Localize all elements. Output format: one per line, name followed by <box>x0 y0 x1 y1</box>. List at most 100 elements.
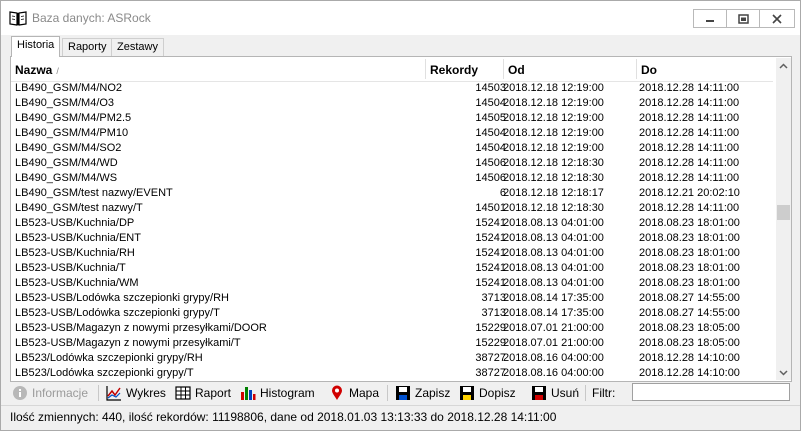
table-row[interactable]: LB523-USB/Kuchnia/T 15241 2018.08.13 04:01… <box>11 261 773 276</box>
info-button[interactable]: Informacje <box>12 383 88 403</box>
cell-name: LB490_GSM/M4/O3 <box>15 97 115 109</box>
scroll-up-button[interactable] <box>776 58 791 73</box>
histogram-button[interactable]: Histogram <box>240 383 315 403</box>
table-row[interactable]: LB523-USB/Kuchnia/RH 15241 2018.08.13 04:0… <box>11 246 773 261</box>
cell-from: 2018.07.01 21:00:00 <box>503 337 604 349</box>
table-row[interactable]: LB523-USB/Kuchnia/WM 15241 2018.08.13 04:0… <box>11 276 773 291</box>
cell-from: 2018.08.13 04:01:00 <box>503 232 604 244</box>
cell-to: 2018.08.23 18:01:00 <box>639 277 740 289</box>
cell-name: LB490_GSM/M4/SO2 <box>15 142 122 154</box>
cell-from: 2018.08.13 04:01:00 <box>503 217 604 229</box>
cell-name: LB490_GSM/M4/PM10 <box>15 127 129 139</box>
cell-name: LB490_GSM/M4/WS <box>15 172 118 184</box>
table-row[interactable]: LB490_GSM/M4/NO2 14503 2018.12.18 12:19:00… <box>11 81 773 96</box>
title-bar[interactable]: Baza danych: ASRock <box>1 1 800 35</box>
line-chart-icon <box>106 386 121 401</box>
cell-name: LB490_GSM/M4/NO2 <box>15 82 122 94</box>
cell-name: LB490_GSM/M4/WD <box>15 157 118 169</box>
column-header-label: Do <box>641 63 657 77</box>
cell-to: 2018.08.23 18:05:00 <box>639 337 740 349</box>
column-header-nazwa[interactable]: Nazwa / <box>11 57 426 81</box>
minimize-button[interactable] <box>693 9 727 28</box>
table-row[interactable]: LB490_GSM/M4/SO2 14504 2018.12.18 12:19:00… <box>11 141 773 156</box>
cell-records: 14503 <box>475 82 506 94</box>
append-button[interactable]: Dopisz <box>459 383 516 403</box>
cell-records: 15241 <box>475 247 506 259</box>
table-row[interactable]: LB523/Lodówka szczepionki grypy/T 38727 20… <box>11 366 773 381</box>
report-label: Raport <box>195 386 232 400</box>
cell-records: 38727 <box>475 367 506 379</box>
filter-input[interactable] <box>632 383 790 401</box>
cell-to: 2018.08.23 18:01:00 <box>639 247 740 259</box>
table-header: Nazwa / Rekordy Od Do <box>11 57 773 82</box>
cell-records: 6 <box>499 187 506 199</box>
cell-from: 2018.08.14 17:35:00 <box>503 292 604 304</box>
save-button[interactable]: Zapisz <box>395 383 450 403</box>
chart-label: Wykres <box>126 386 166 400</box>
tab-raporty[interactable]: Raporty <box>62 38 113 56</box>
table-row[interactable]: LB523-USB/Magazyn z nowymi przesyłkami/T… <box>11 336 773 351</box>
cell-from: 2018.08.13 04:01:00 <box>503 247 604 259</box>
table-row[interactable]: LB490_GSM/M4/WD 14506 2018.12.18 12:18:30 2… <box>11 156 773 171</box>
cell-to: 2018.12.28 14:11:00 <box>639 202 740 214</box>
column-header-rekordy[interactable]: Rekordy <box>426 57 504 81</box>
floppy-disk-icon <box>396 386 410 400</box>
table-row[interactable]: LB490_GSM/M4/PM2.5 14505 2018.12.18 12:19:… <box>11 111 773 126</box>
cell-from: 2018.12.18 12:18:30 <box>503 202 604 214</box>
map-button[interactable]: Mapa <box>329 383 379 403</box>
table-row[interactable]: LB523-USB/Lodówka szczepionki grypy/T 371… <box>11 306 773 321</box>
delete-button[interactable]: Usuń <box>531 383 579 403</box>
close-button[interactable] <box>759 9 795 28</box>
cell-from: 2018.12.18 12:18:30 <box>503 172 604 184</box>
report-button[interactable]: Raport <box>175 383 231 403</box>
table-row[interactable]: LB490_GSM/M4/WS 14506 2018.12.18 12:18:30 2… <box>11 171 773 186</box>
cell-records: 15241 <box>475 277 506 289</box>
cell-name: LB523/Lodówka szczepionki grypy/T <box>15 367 194 379</box>
cell-from: 2018.08.14 17:35:00 <box>503 307 604 319</box>
scrollbar-thumb[interactable] <box>777 205 790 220</box>
cell-name: LB490_GSM/test nazwy/EVENT <box>15 187 173 199</box>
cell-from: 2018.12.18 12:19:00 <box>503 142 604 154</box>
cell-from: 2018.08.13 04:01:00 <box>503 277 604 289</box>
column-header-label: Od <box>508 63 525 77</box>
cell-to: 2018.12.28 14:11:00 <box>639 172 740 184</box>
column-header-label: Nazwa <box>15 63 53 77</box>
table-grid-icon <box>175 386 191 400</box>
cell-name: LB523-USB/Magazyn z nowymi przesyłkami/T <box>15 337 241 349</box>
histogram-label: Histogram <box>260 386 315 400</box>
table-row[interactable]: LB490_GSM/test nazwy/EVENT 6 2018.12.18 12… <box>11 186 773 201</box>
chart-button[interactable]: Wykres <box>106 383 166 403</box>
table-row[interactable]: LB523-USB/Kuchnia/ENT 15241 2018.08.13 04:… <box>11 231 773 246</box>
cell-name: LB523-USB/Kuchnia/WM <box>15 277 139 289</box>
filter-label-text: Filtr: <box>592 386 616 400</box>
cell-records: 15229 <box>475 337 506 349</box>
table-row[interactable]: LB490_GSM/M4/PM10 14504 2018.12.18 12:19:0… <box>11 126 773 141</box>
cell-from: 2018.08.16 04:00:00 <box>503 352 604 364</box>
cell-records: 15229 <box>475 322 506 334</box>
table-row[interactable]: LB523-USB/Kuchnia/DP 15241 2018.08.13 04:0… <box>11 216 773 231</box>
cell-from: 2018.12.18 12:19:00 <box>503 127 604 139</box>
cell-from: 2018.12.18 12:19:00 <box>503 112 604 124</box>
chevron-up-icon <box>779 62 788 69</box>
cell-from: 2018.12.18 12:18:30 <box>503 157 604 169</box>
table-row[interactable]: LB490_GSM/test nazwy/T 14501 2018.12.18 12… <box>11 201 773 216</box>
table-row[interactable]: LB523/Lodówka szczepionki grypy/RH 38727 2… <box>11 351 773 366</box>
column-header-do[interactable]: Do <box>637 57 773 81</box>
window-title: Baza danych: ASRock <box>32 11 151 25</box>
cell-records: 15241 <box>475 217 506 229</box>
cell-name: LB490_GSM/test nazwy/T <box>15 202 143 214</box>
toolbar-separator <box>98 385 99 401</box>
tab-zestawy[interactable]: Zestawy <box>111 38 164 56</box>
table-row[interactable]: LB490_GSM/M4/O3 14504 2018.12.18 12:19:00 2… <box>11 96 773 111</box>
table-row[interactable]: LB523-USB/Lodówka szczepionki grypy/RH 37… <box>11 291 773 306</box>
table-row[interactable]: LB523-USB/Magazyn z nowymi przesyłkami/D… <box>11 321 773 336</box>
status-text: Ilość zmiennych: 440, ilość rekordów: 11… <box>10 410 557 424</box>
cell-name: LB490_GSM/M4/PM2.5 <box>15 112 132 124</box>
column-header-od[interactable]: Od <box>504 57 637 81</box>
cell-to: 2018.12.28 14:11:00 <box>639 142 740 154</box>
maximize-button[interactable] <box>726 9 760 28</box>
cell-records: 38727 <box>475 352 506 364</box>
tab-historia[interactable]: Historia <box>11 36 61 57</box>
scroll-down-button[interactable] <box>776 365 791 380</box>
vertical-scrollbar[interactable] <box>776 58 791 380</box>
